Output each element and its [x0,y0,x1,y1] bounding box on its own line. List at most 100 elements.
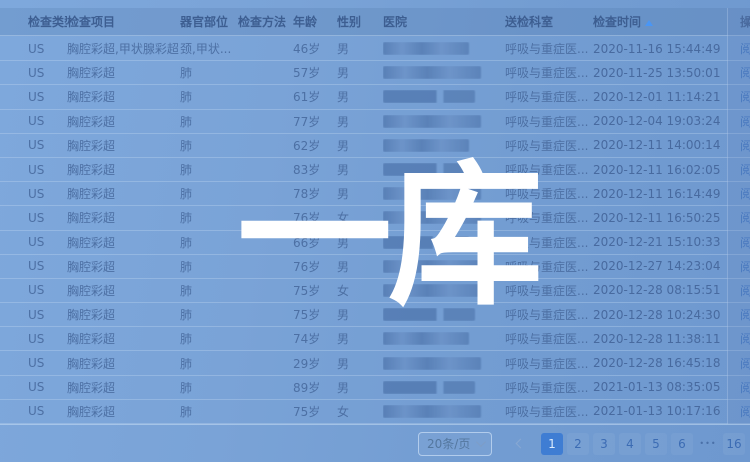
page-button-1[interactable]: 1 [541,433,563,455]
cell-organ: 肺 [180,403,238,420]
sort-ascending-icon[interactable] [645,20,653,26]
cell-organ: 肺 [180,113,238,130]
hospital-redacted-text [383,42,469,55]
page-button-4[interactable]: 4 [619,433,641,455]
cell-item: 胸腔彩超 [67,258,180,275]
page-button-16[interactable]: 16 [723,433,745,455]
cell-gender: 男 [337,355,383,372]
read-film-link[interactable]: 阅片 [740,284,750,298]
cell-action: 阅片 [740,234,750,251]
cell-item: 胸腔彩超 [67,379,180,396]
cell-action: 阅片 [740,40,750,57]
table-row: US胸腔彩超,甲状腺彩超颈,甲状...46岁男呼吸与重症医...2020-11-… [0,37,750,61]
read-film-link[interactable]: 阅片 [740,187,750,201]
page-button-5[interactable]: 5 [645,433,667,455]
column-header-6: 性别 [337,13,383,30]
cell-action: 阅片 [740,161,750,178]
read-film-link[interactable]: 阅片 [740,260,750,274]
page-ellipsis-button[interactable]: ••• [697,433,719,455]
cell-item: 胸腔彩超 [67,64,180,81]
cell-organ: 肺 [180,64,238,81]
read-film-link[interactable]: 阅片 [740,236,750,250]
cell-action: 阅片 [740,185,750,202]
page-button-6[interactable]: 6 [671,433,693,455]
read-film-link[interactable]: 阅片 [740,357,750,371]
cell-action: 阅片 [740,88,750,105]
cell-action: 阅片 [740,306,750,323]
page-button-2[interactable]: 2 [567,433,589,455]
cell-item: 胸腔彩超 [67,209,180,226]
column-header-4: 检查方法 [238,13,293,30]
column-header-7: 医院 [383,13,505,30]
table-row: US胸腔彩超肺29岁男呼吸与重症医...2020-12-28 16:45:18阅… [0,351,750,375]
cell-gender: 男 [337,330,383,347]
chevron-left-icon [515,439,525,449]
read-film-link[interactable]: 阅片 [740,66,750,80]
read-film-link[interactable]: 阅片 [740,308,750,322]
read-film-link[interactable]: 阅片 [740,139,750,153]
cell-organ: 肺 [180,355,238,372]
cell-age: 57岁 [293,64,337,81]
cell-action: 阅片 [740,379,750,396]
column-header-10: 操作 [740,13,750,30]
cell-organ: 肺 [180,282,238,299]
column-header-label: 检查方法 [238,15,286,29]
cell-organ: 肺 [180,185,238,202]
cell-action: 阅片 [740,64,750,81]
cell-dept: 呼吸与重症医... [505,330,593,347]
hospital-redacted-text [383,381,475,394]
cell-dept: 呼吸与重症医... [505,379,593,396]
cell-item: 胸腔彩超 [67,88,180,105]
cell-gender: 男 [337,64,383,81]
cell-gender: 女 [337,403,383,420]
cell-type: US [28,187,67,201]
cell-time: 2021-01-13 10:17:16 [593,404,740,418]
cell-age: 74岁 [293,330,337,347]
cell-gender: 男 [337,88,383,105]
cell-time: 2020-12-11 14:00:14 [593,138,740,152]
read-film-link[interactable]: 阅片 [740,381,750,395]
cell-age: 77岁 [293,113,337,130]
column-header-9[interactable]: 检查时间 [593,13,740,30]
cell-dept: 呼吸与重症医... [505,113,593,130]
cell-dept: 呼吸与重症医... [505,355,593,372]
cell-dept: 呼吸与重症医... [505,403,593,420]
read-film-link[interactable]: 阅片 [740,163,750,177]
hospital-redacted-text [383,115,481,128]
table-header: 检查类型检查项目器官部位检查方法年龄 性别医院 送检科室检查时间操作 [0,8,750,36]
hospital-redacted-text [383,66,481,79]
read-film-link[interactable]: 阅片 [740,332,750,346]
column-header-3: 器官部位 [180,13,238,30]
table-row: US胸腔彩超肺75岁女呼吸与重症医...2021-01-13 10:17:16阅… [0,400,750,424]
column-header-label: 医院 [383,15,407,29]
cell-type: US [28,308,67,322]
cell-organ: 肺 [180,88,238,105]
cell-organ: 肺 [180,137,238,154]
column-header-1: 检查类型 [28,13,67,30]
cell-time: 2020-11-16 15:44:49 [593,42,740,56]
cell-hospital [383,332,505,345]
cell-gender: 男 [337,113,383,130]
prev-page-button[interactable] [509,433,531,455]
cell-dept: 呼吸与重症医... [505,64,593,81]
cell-item: 胸腔彩超 [67,234,180,251]
page-button-3[interactable]: 3 [593,433,615,455]
read-film-link[interactable]: 阅片 [740,42,750,56]
read-film-link[interactable]: 阅片 [740,90,750,104]
cell-organ: 肺 [180,379,238,396]
cell-time: 2020-12-28 10:24:30 [593,308,740,322]
chevron-down-icon [476,437,486,447]
hospital-redacted-text [383,90,475,103]
column-header-8: 送检科室 [505,13,593,30]
read-film-link[interactable]: 阅片 [740,115,750,129]
read-film-link[interactable]: 阅片 [740,405,750,419]
page-size-select[interactable]: 20条/页 [418,432,492,456]
read-film-link[interactable]: 阅片 [740,211,750,225]
column-header-label: 操作 [740,15,750,29]
cell-item: 胸腔彩超 [67,161,180,178]
cell-action: 阅片 [740,355,750,372]
cell-time: 2020-12-11 16:50:25 [593,211,740,225]
column-header-label: 年龄 [293,15,317,29]
column-header-2: 检查项目 [67,13,180,30]
cell-time: 2020-12-11 16:14:49 [593,187,740,201]
